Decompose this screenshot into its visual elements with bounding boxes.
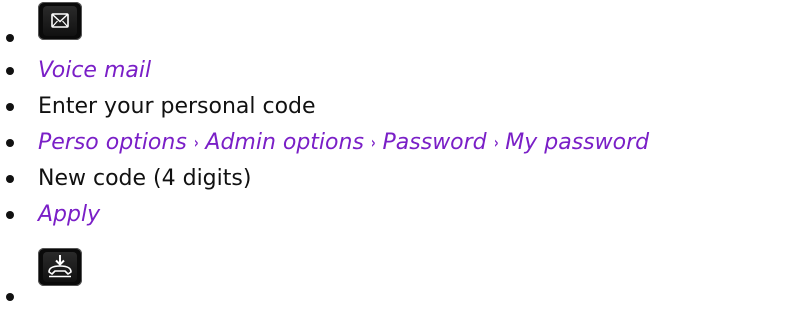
bullet xyxy=(6,293,14,301)
bullet xyxy=(6,34,14,42)
hang-up-key-button[interactable] xyxy=(38,248,82,286)
step-new-code: New code (4 digits) xyxy=(0,161,805,197)
bullet xyxy=(6,103,14,111)
step-password-menu-path: Perso options › Admin options › Password › My … xyxy=(0,125,805,161)
my-password-menu-item[interactable]: My password xyxy=(505,130,649,155)
hang-up-icon xyxy=(48,255,72,278)
path-separator: › xyxy=(493,133,499,152)
password-menu-item[interactable]: Password xyxy=(383,130,487,155)
step-apply: Apply xyxy=(0,197,805,233)
bullet xyxy=(6,67,14,75)
apply-menu-item[interactable]: Apply xyxy=(38,201,100,229)
voice-mail-menu-item[interactable]: Voice mail xyxy=(38,57,151,85)
path-separator: › xyxy=(193,133,199,152)
admin-options-menu-item[interactable]: Admin options xyxy=(205,130,364,155)
path-separator: › xyxy=(370,133,376,152)
perso-options-menu-item[interactable]: Perso options xyxy=(38,130,187,155)
step-enter-code: Enter your personal code xyxy=(0,89,805,125)
bullet xyxy=(6,175,14,183)
bullet xyxy=(6,211,14,219)
message-key-button[interactable] xyxy=(38,2,82,40)
menu-path: Perso options › Admin options › Password › My … xyxy=(38,129,649,158)
new-code-instruction: New code (4 digits) xyxy=(38,166,252,191)
envelope-icon xyxy=(51,13,69,28)
step-hang-up-key xyxy=(0,246,805,308)
enter-code-instruction: Enter your personal code xyxy=(38,94,316,119)
step-voice-mail: Voice mail xyxy=(0,53,805,89)
step-message-key xyxy=(0,0,805,50)
bullet xyxy=(6,139,14,147)
